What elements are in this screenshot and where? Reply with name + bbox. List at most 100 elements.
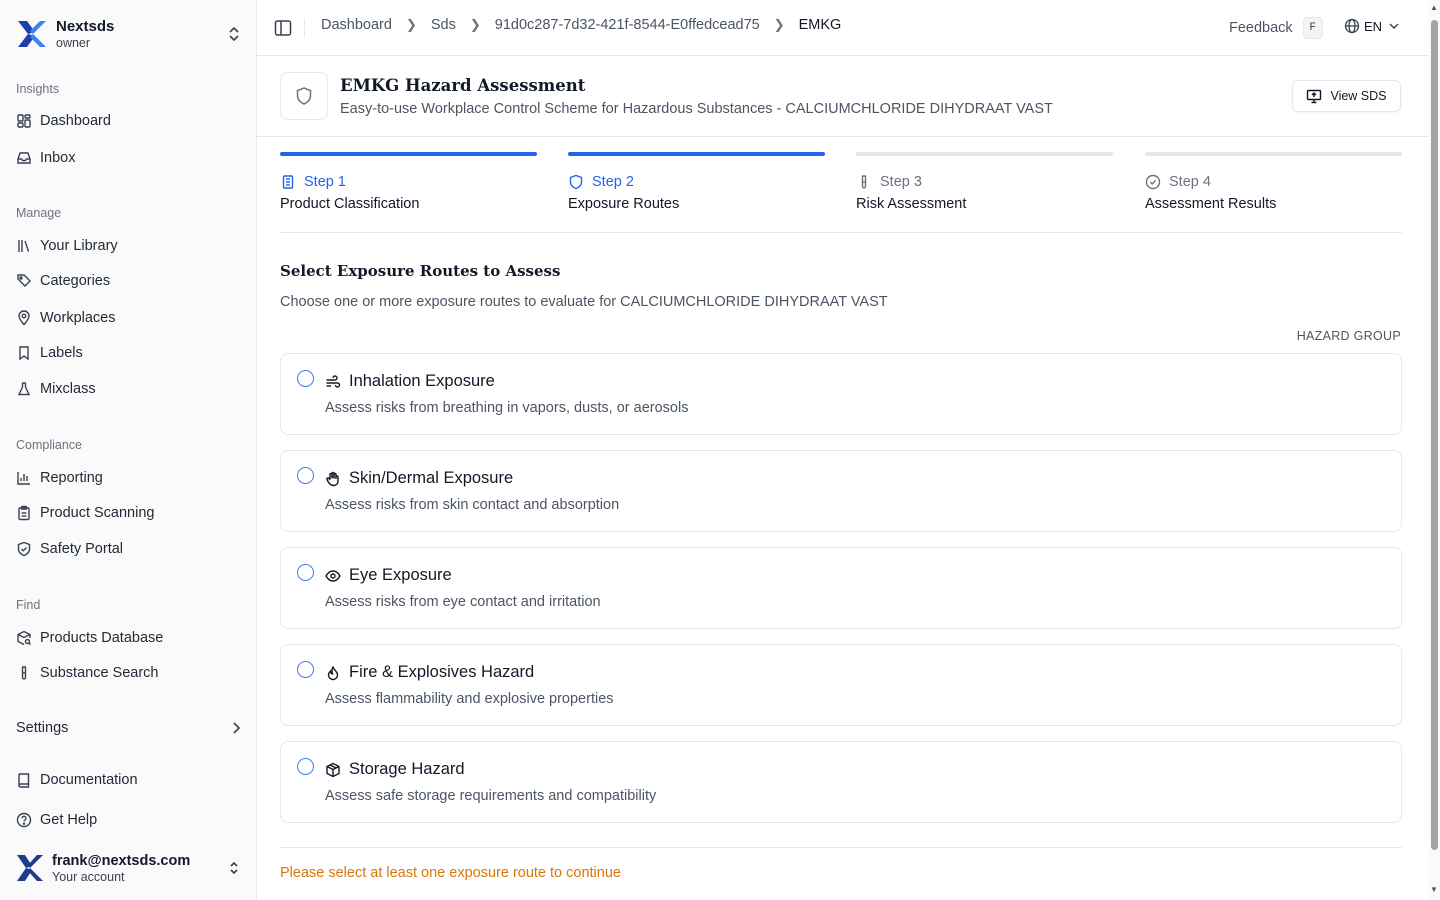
- chevrons-up-down-icon: [230, 861, 238, 875]
- route-option-storage[interactable]: Storage Hazard Assess safe storage requi…: [280, 741, 1402, 823]
- sidebar-item-reporting[interactable]: Reporting: [16, 463, 241, 493]
- sidebar-item-substance-search[interactable]: Substance Search: [16, 658, 241, 688]
- chevrons-up-down-icon: [229, 26, 239, 42]
- sidebar-item-safety-portal[interactable]: Safety Portal: [16, 534, 241, 564]
- wind-icon: [326, 374, 341, 388]
- sidebar-item-label: Get Help: [40, 812, 98, 828]
- sidebar-item-labels[interactable]: Labels: [16, 338, 241, 368]
- shield-icon: [280, 72, 328, 120]
- section-label-find: Find: [16, 598, 41, 612]
- layout-dashboard-icon: [16, 113, 32, 129]
- route-checkbox[interactable]: [297, 564, 314, 581]
- step-progress-bar: [280, 152, 537, 156]
- route-description: Assess risks from breathing in vapors, d…: [325, 400, 689, 416]
- page-title: EMKG Hazard Assessment: [340, 76, 586, 95]
- sidebar-item-label: Labels: [40, 345, 83, 361]
- sidebar-item-documentation[interactable]: Documentation: [16, 765, 241, 795]
- route-checkbox[interactable]: [297, 758, 314, 775]
- feedback-label: Feedback: [1229, 20, 1293, 36]
- route-checkbox[interactable]: [297, 661, 314, 678]
- breadcrumb-current: EMKG: [798, 17, 842, 33]
- sidebar: Nextsds owner Insights Dashboard Inbox M…: [0, 0, 257, 900]
- bar-chart-icon: [16, 470, 32, 486]
- view-sds-label: View SDS: [1330, 89, 1387, 103]
- section-subtitle: Choose one or more exposure routes to ev…: [280, 294, 888, 310]
- route-checkbox[interactable]: [297, 370, 314, 387]
- view-sds-button[interactable]: View SDS: [1292, 80, 1401, 112]
- test-tube-icon: [16, 665, 32, 681]
- shield-check-icon: [16, 541, 32, 557]
- sidebar-item-label: Settings: [16, 720, 69, 736]
- sidebar-item-workplaces[interactable]: Workplaces: [16, 303, 241, 333]
- flame-icon: [327, 665, 339, 680]
- sidebar-item-products-database[interactable]: Products Database: [16, 623, 241, 653]
- route-option-skin[interactable]: Skin/Dermal Exposure Assess risks from s…: [280, 450, 1402, 532]
- book-icon: [16, 772, 32, 788]
- account-email: frank@nextsds.com: [52, 852, 191, 869]
- footer-divider: [280, 847, 1402, 848]
- sidebar-item-label: Products Database: [40, 630, 164, 646]
- sidebar-item-label: Your Library: [40, 238, 118, 254]
- route-description: Assess risks from skin contact and absor…: [325, 497, 620, 513]
- package-search-icon: [16, 630, 32, 646]
- route-description: Assess flammability and explosive proper…: [325, 691, 614, 707]
- sidebar-item-categories[interactable]: Categories: [16, 266, 241, 296]
- route-checkbox[interactable]: [297, 467, 314, 484]
- route-title: Storage Hazard: [349, 760, 465, 778]
- sidebar-item-inbox[interactable]: Inbox: [16, 143, 241, 173]
- package-icon: [326, 762, 340, 777]
- scroll-down-arrow[interactable]: ▼: [1430, 886, 1438, 894]
- globe-icon: [1344, 18, 1360, 34]
- sidebar-item-settings[interactable]: Settings: [16, 713, 241, 743]
- test-tube-icon: [861, 175, 867, 189]
- breadcrumb-sds[interactable]: Sds: [431, 17, 456, 33]
- language-selector[interactable]: EN: [1344, 18, 1404, 34]
- sidebar-item-mixclass[interactable]: Mixclass: [16, 374, 241, 404]
- sidebar-item-label: Product Scanning: [40, 505, 155, 521]
- library-icon: [16, 238, 32, 254]
- chevron-down-icon: [1389, 23, 1399, 30]
- step-name: Risk Assessment: [856, 196, 967, 212]
- step-3[interactable]: Step 3 Risk Assessment: [856, 152, 1113, 212]
- sidebar-item-label: Workplaces: [40, 310, 116, 326]
- section-label-manage: Manage: [16, 206, 62, 220]
- step-label: Step 3: [880, 174, 922, 190]
- sidebar-item-label: Substance Search: [40, 665, 159, 681]
- route-option-inhalation[interactable]: Inhalation Exposure Assess risks from br…: [280, 353, 1402, 435]
- step-2[interactable]: Step 2 Exposure Routes: [568, 152, 825, 212]
- breadcrumb-sds-id[interactable]: 91d0c287-7d32-421f-8544-E0ffedcead75: [495, 17, 760, 33]
- route-title: Fire & Explosives Hazard: [349, 663, 535, 681]
- step-1[interactable]: Step 1 Product Classification: [280, 152, 537, 212]
- sidebar-item-dashboard[interactable]: Dashboard: [16, 106, 241, 136]
- map-pin-icon: [16, 310, 32, 326]
- validation-message: Please select at least one exposure rout…: [280, 865, 621, 881]
- sidebar-toggle-icon[interactable]: [273, 18, 293, 38]
- step-name: Exposure Routes: [568, 196, 680, 212]
- breadcrumb-dashboard[interactable]: Dashboard: [321, 17, 392, 33]
- chevron-right-icon: [233, 722, 241, 734]
- step-progress-bar: [568, 152, 825, 156]
- page-scrollbar[interactable]: ▲ ▼: [1428, 0, 1440, 900]
- route-title: Skin/Dermal Exposure: [349, 469, 514, 487]
- clipboard-icon: [16, 505, 32, 521]
- route-option-eye[interactable]: Eye Exposure Assess risks from eye conta…: [280, 547, 1402, 629]
- org-switcher[interactable]: Nextsds owner: [16, 14, 241, 54]
- account-switcher[interactable]: frank@nextsds.com Your account: [16, 848, 241, 888]
- clipboard-list-icon: [282, 175, 294, 189]
- sidebar-item-label: Dashboard: [40, 113, 111, 129]
- sidebar-item-library[interactable]: Your Library: [16, 231, 241, 261]
- hand-icon: [326, 471, 339, 486]
- scroll-thumb[interactable]: [1431, 20, 1438, 850]
- stepper-divider: [280, 232, 1402, 233]
- route-description: Assess safe storage requirements and com…: [325, 788, 657, 804]
- scroll-up-arrow[interactable]: ▲: [1430, 4, 1438, 12]
- sidebar-item-product-scanning[interactable]: Product Scanning: [16, 498, 241, 528]
- sidebar-item-label: Mixclass: [40, 381, 96, 397]
- route-title: Inhalation Exposure: [349, 372, 495, 390]
- step-4[interactable]: Step 4 Assessment Results: [1145, 152, 1402, 212]
- account-avatar-icon: [17, 855, 43, 881]
- step-name: Product Classification: [280, 196, 420, 212]
- route-option-fire[interactable]: Fire & Explosives Hazard Assess flammabi…: [280, 644, 1402, 726]
- feedback-button[interactable]: Feedback F: [1229, 17, 1323, 39]
- sidebar-item-get-help[interactable]: Get Help: [16, 805, 241, 835]
